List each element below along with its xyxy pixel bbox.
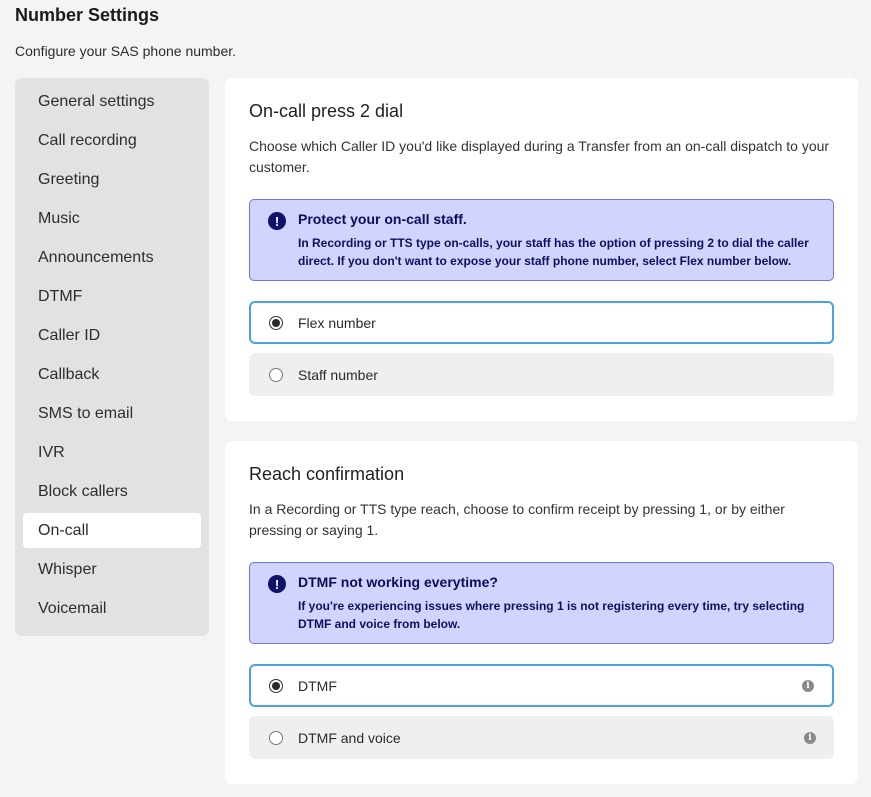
sidebar-item-whisper[interactable]: Whisper [23,552,201,587]
oncall-press2-card: On-call press 2 dial Choose which Caller… [225,78,858,421]
sidebar-item-callback[interactable]: Callback [23,357,201,392]
alert-body: In Recording or TTS type on-calls, your … [298,236,809,268]
dtmf-and-voice-option[interactable]: DTMF and voice i [249,716,834,759]
settings-sidebar: General settings Call recording Greeting… [15,78,209,636]
staff-number-option[interactable]: Staff number [249,353,834,396]
oncall-section-description: Choose which Caller ID you'd like displa… [249,138,830,175]
reach-section-description: In a Recording or TTS type reach, choose… [249,501,785,538]
option-label: DTMF and voice [298,729,401,746]
radio-unchecked-icon[interactable] [269,730,283,745]
info-icon[interactable]: i [804,731,816,744]
page-subtitle: Configure your SAS phone number. [15,43,237,59]
radio-checked-icon[interactable] [269,678,283,693]
option-label: DTMF [298,677,337,694]
radio-checked-icon[interactable] [269,315,283,330]
reach-confirmation-card: Reach confirmation In a Recording or TTS… [225,441,858,784]
exclamation-icon: ! [268,575,286,593]
alert-title: DTMF not working everytime? [298,574,498,590]
sidebar-item-call-recording[interactable]: Call recording [23,123,201,158]
alert-body: If you're experiencing issues where pres… [298,599,805,631]
option-label: Flex number [298,314,376,331]
sidebar-item-dtmf[interactable]: DTMF [23,279,201,314]
reach-section-title: Reach confirmation [249,464,405,484]
dtmf-option[interactable]: DTMF i [249,664,834,707]
page-title: Number Settings [15,5,160,25]
sidebar-item-sms-to-email[interactable]: SMS to email [23,396,201,431]
sidebar-item-announcements[interactable]: Announcements [23,240,201,275]
alert-title: Protect your on-call staff. [298,211,467,227]
sidebar-item-music[interactable]: Music [23,201,201,236]
option-label: Staff number [298,366,378,383]
sidebar-item-block-callers[interactable]: Block callers [23,474,201,509]
sidebar-item-on-call[interactable]: On-call [23,513,201,548]
protect-staff-alert: ! Protect your on-call staff. In Recordi… [249,199,834,281]
sidebar-item-ivr[interactable]: IVR [23,435,201,470]
oncall-section-title: On-call press 2 dial [249,101,404,121]
radio-unchecked-icon[interactable] [269,367,283,382]
sidebar-item-greeting[interactable]: Greeting [23,162,201,197]
sidebar-item-caller-id[interactable]: Caller ID [23,318,201,353]
exclamation-icon: ! [268,212,286,230]
flex-number-option[interactable]: Flex number [249,301,834,344]
dtmf-alert: ! DTMF not working everytime? If you're … [249,562,834,644]
sidebar-item-voicemail[interactable]: Voicemail [23,591,201,626]
sidebar-item-general-settings[interactable]: General settings [23,84,201,119]
info-icon[interactable]: i [802,679,814,692]
